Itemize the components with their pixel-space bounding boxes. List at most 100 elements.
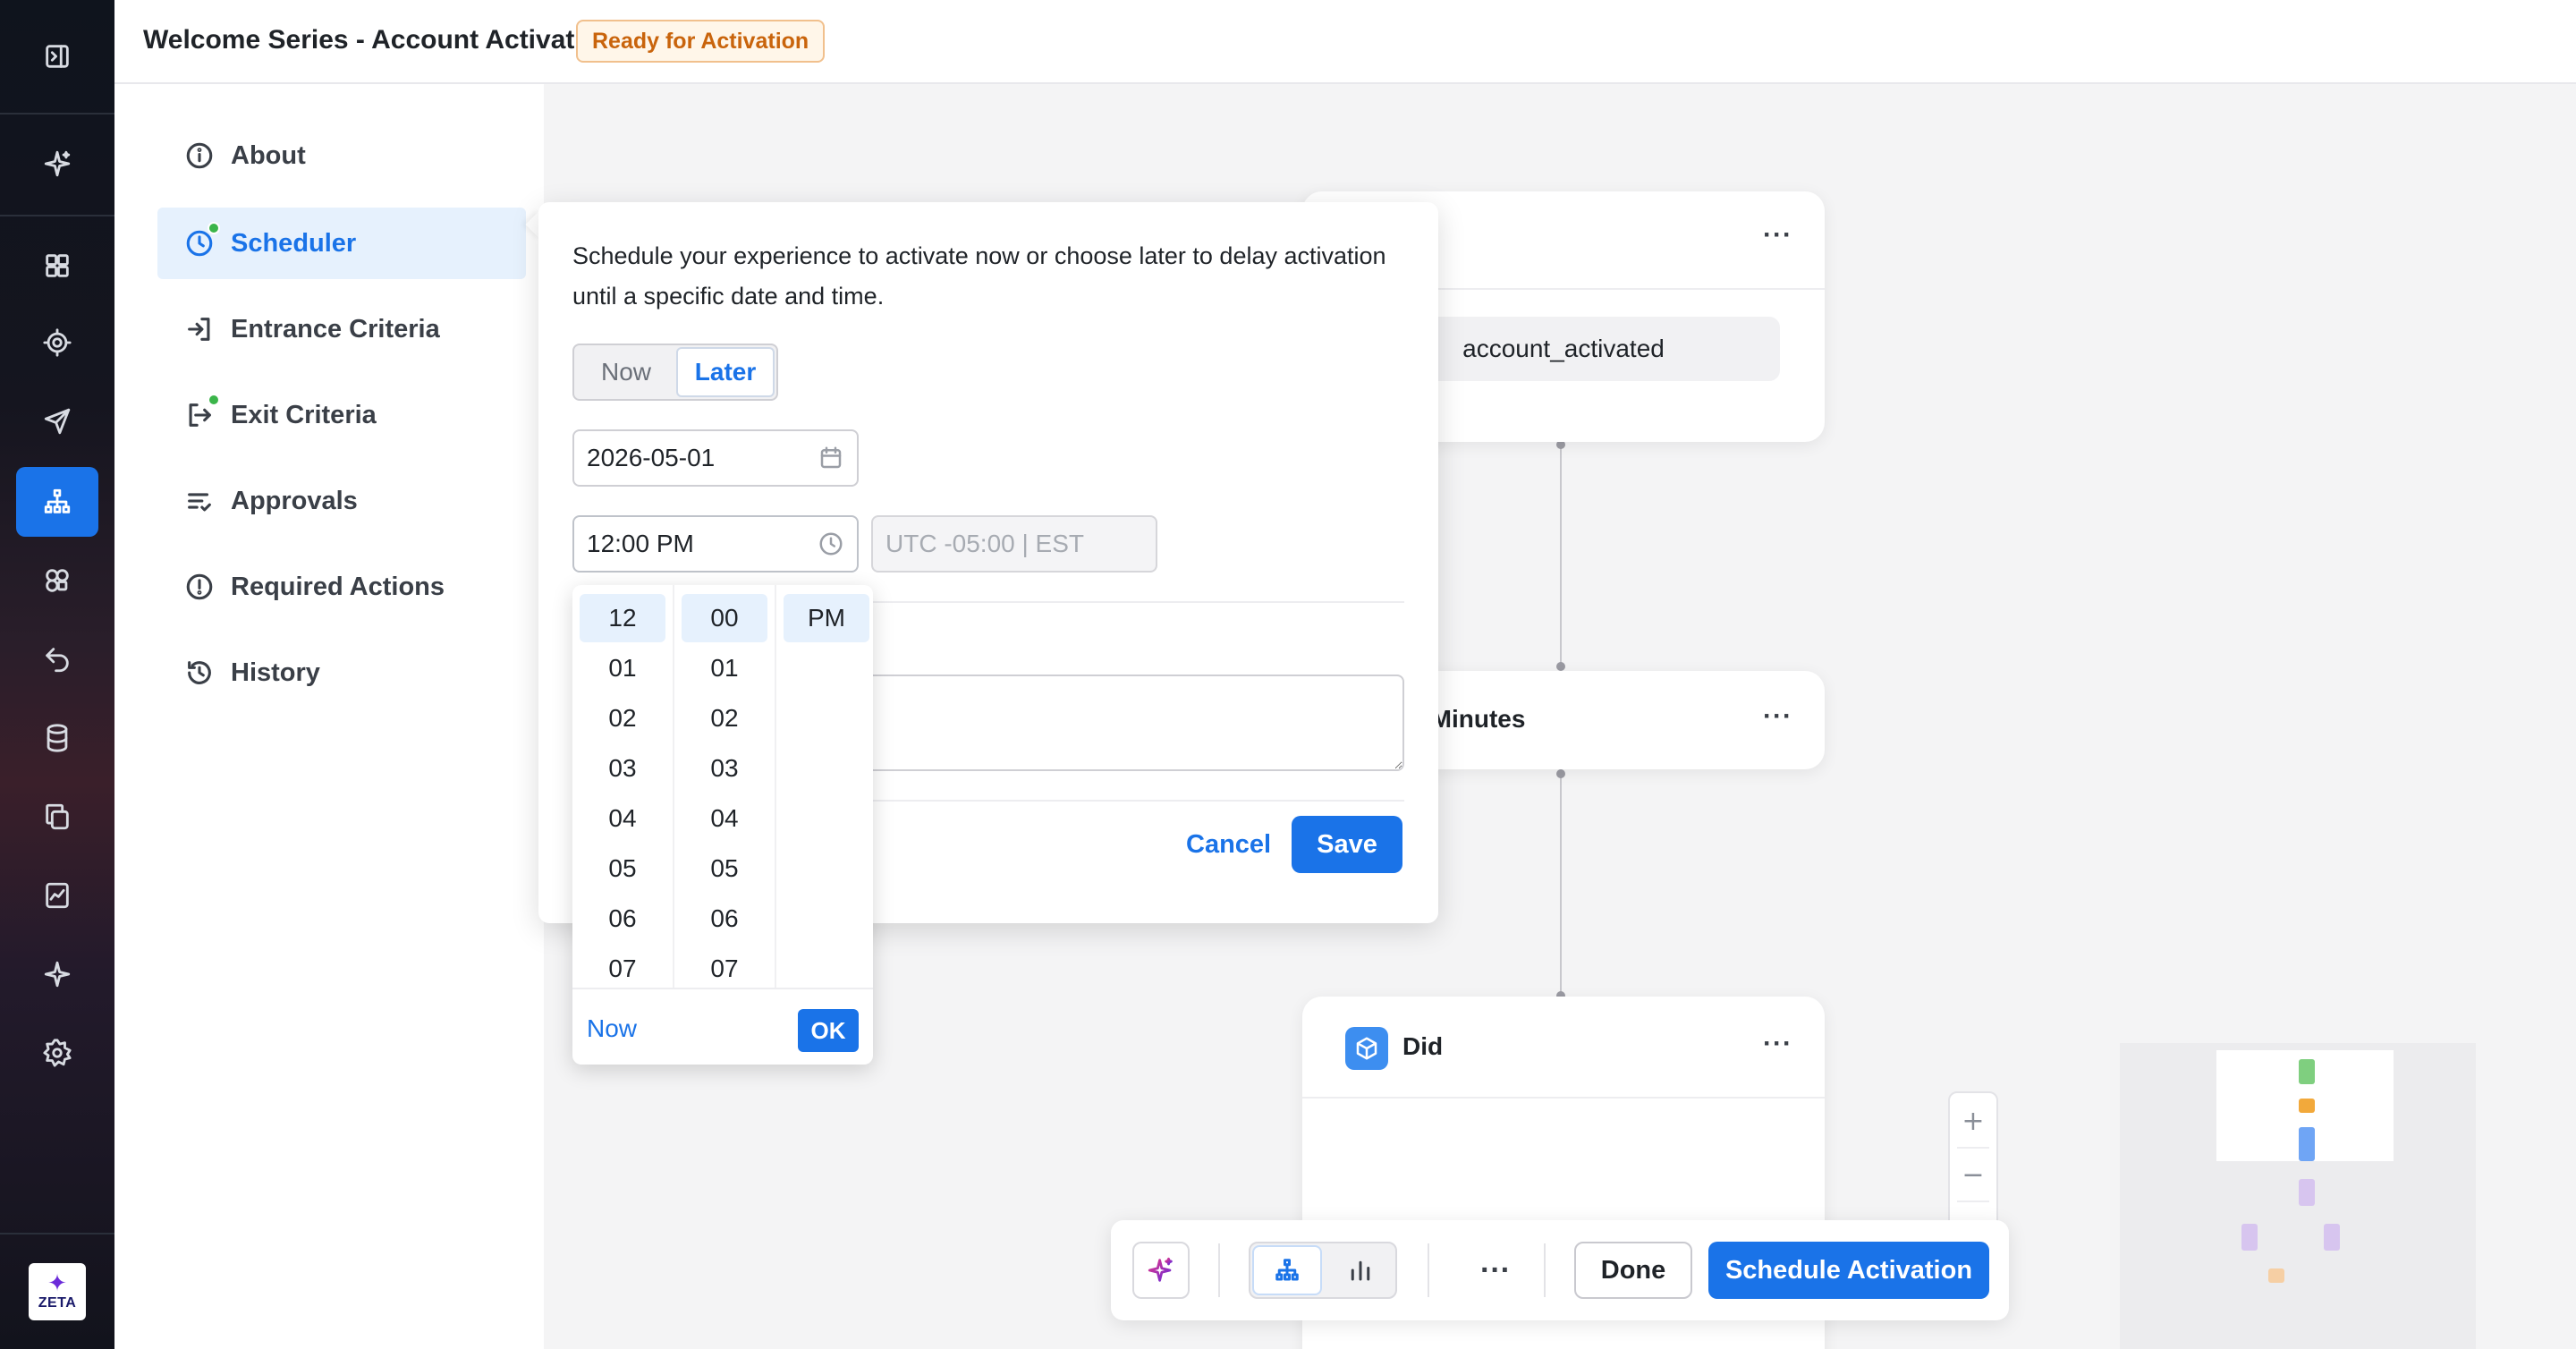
- minimap[interactable]: [2120, 1043, 2476, 1349]
- minute-column[interactable]: 00 01 02 03 04 05 06 07: [674, 585, 775, 989]
- hour-option[interactable]: 04: [580, 794, 665, 843]
- settings-icon[interactable]: [16, 1018, 98, 1088]
- minimap-node: [2299, 1127, 2315, 1161]
- meridiem-column[interactable]: PM: [776, 585, 873, 989]
- complete-indicator: [208, 394, 220, 406]
- time-now-link[interactable]: Now: [587, 1014, 637, 1043]
- hour-option[interactable]: 03: [580, 744, 665, 793]
- history-icon: [184, 658, 215, 688]
- minute-option[interactable]: 00: [682, 594, 767, 642]
- more-options-button[interactable]: ···: [1467, 1242, 1524, 1299]
- clock-icon: [818, 530, 844, 557]
- nav-item-scheduler[interactable]: Scheduler: [157, 208, 526, 279]
- hour-option[interactable]: 01: [580, 644, 665, 692]
- analytics-view-icon[interactable]: [1326, 1245, 1395, 1295]
- connector-line: [1560, 442, 1562, 666]
- rail-divider: [0, 1233, 114, 1234]
- rail-divider: [0, 215, 114, 216]
- complete-indicator: [208, 222, 220, 234]
- return-icon[interactable]: [16, 624, 98, 694]
- nav-item-entrance-criteria[interactable]: Entrance Criteria: [157, 293, 526, 365]
- sign-in-icon: [184, 314, 215, 344]
- mode-now-option[interactable]: Now: [576, 347, 676, 397]
- database-icon[interactable]: [16, 703, 98, 773]
- report-icon[interactable]: [16, 861, 98, 930]
- nav-label: Required Actions: [231, 572, 445, 601]
- nav-item-about[interactable]: About: [157, 120, 526, 191]
- time-picker-dropdown: 12 01 02 03 04 05 06 07 00 01 02 03 04 0…: [572, 585, 873, 1065]
- send-icon[interactable]: [16, 386, 98, 456]
- nav-item-history[interactable]: History: [157, 637, 526, 708]
- minute-option[interactable]: 01: [682, 644, 767, 692]
- minimap-node: [2299, 1059, 2315, 1084]
- minute-option[interactable]: 06: [682, 895, 767, 943]
- meridiem-option[interactable]: PM: [784, 594, 869, 642]
- minute-option[interactable]: 07: [682, 945, 767, 989]
- minute-option[interactable]: 05: [682, 844, 767, 893]
- hour-option[interactable]: 06: [580, 895, 665, 943]
- cube-icon: [1345, 1027, 1388, 1070]
- hour-option[interactable]: 02: [580, 694, 665, 742]
- zoom-in-button[interactable]: +: [1950, 1095, 1996, 1147]
- logo-text: ZETA: [38, 1295, 77, 1311]
- app-rail: ✦ ZETA: [0, 0, 114, 1349]
- status-badge: Ready for Activation: [576, 20, 826, 63]
- hour-option[interactable]: 05: [580, 844, 665, 893]
- alert-icon: [184, 572, 215, 602]
- expand-panel-icon[interactable]: [16, 21, 98, 91]
- nav-item-required-actions[interactable]: Required Actions: [157, 551, 526, 623]
- hour-option[interactable]: 07: [580, 945, 665, 989]
- hour-option[interactable]: 12: [580, 594, 665, 642]
- time-field[interactable]: 12:00 PM: [572, 515, 859, 573]
- timezone-field: UTC -05:00 | EST: [871, 515, 1157, 573]
- zoom-out-button[interactable]: −: [1950, 1149, 1996, 1201]
- ai-assist-button[interactable]: [1132, 1242, 1190, 1299]
- schedule-activation-button[interactable]: Schedule Activation: [1708, 1242, 1989, 1299]
- mode-later-option[interactable]: Later: [676, 347, 775, 397]
- page-title: Welcome Series - Account Activation: [143, 25, 615, 55]
- nav-label: Scheduler: [231, 228, 357, 258]
- minimap-node: [2241, 1224, 2258, 1251]
- minute-option[interactable]: 04: [682, 794, 767, 843]
- date-field[interactable]: 2026-05-01: [572, 429, 859, 487]
- list-check-icon: [184, 486, 215, 516]
- card-title: Did: [1402, 1032, 1444, 1060]
- nav-item-approvals[interactable]: Approvals: [157, 465, 526, 537]
- minute-option[interactable]: 02: [682, 694, 767, 742]
- toolbar-divider: [1218, 1243, 1220, 1297]
- save-button[interactable]: Save: [1292, 816, 1402, 873]
- connector-dot: [1556, 662, 1565, 671]
- cancel-button[interactable]: Cancel: [1186, 830, 1271, 860]
- nav-label: Exit Criteria: [231, 400, 377, 429]
- minimap-node: [2299, 1179, 2315, 1206]
- schedule-mode-toggle: Now Later: [572, 344, 778, 401]
- zeta-logo[interactable]: ✦ ZETA: [29, 1263, 86, 1320]
- shapes-icon[interactable]: [16, 546, 98, 615]
- copy-icon[interactable]: [16, 782, 98, 852]
- card-more-button[interactable]: ···: [1763, 701, 1792, 732]
- card-divider: [1302, 1097, 1825, 1099]
- target-icon[interactable]: [16, 308, 98, 378]
- minimap-node: [2268, 1268, 2284, 1283]
- workflow-icon[interactable]: [16, 467, 98, 537]
- ai-sparkle-icon[interactable]: [16, 939, 98, 1009]
- minute-option[interactable]: 03: [682, 744, 767, 793]
- sparkle-icon[interactable]: [16, 129, 98, 199]
- page-header: Welcome Series - Account Activation Read…: [114, 0, 2576, 84]
- card-more-button[interactable]: ···: [1763, 1029, 1792, 1059]
- canvas-toolbar: ··· Done Schedule Activation: [1111, 1220, 2009, 1320]
- nav-item-exit-criteria[interactable]: Exit Criteria: [157, 379, 526, 451]
- hour-column[interactable]: 12 01 02 03 04 05 06 07: [572, 585, 673, 989]
- time-picker-footer: Now OK: [572, 988, 873, 1065]
- connector-line: [1560, 771, 1562, 995]
- minimap-node: [2324, 1224, 2340, 1251]
- toolbar-divider: [1544, 1243, 1546, 1297]
- time-ok-button[interactable]: OK: [798, 1009, 859, 1052]
- flow-view-icon[interactable]: [1252, 1245, 1322, 1295]
- view-toggle: [1249, 1242, 1397, 1299]
- done-button[interactable]: Done: [1574, 1242, 1692, 1299]
- card-more-button[interactable]: ···: [1763, 220, 1792, 250]
- nav-label: Entrance Criteria: [231, 314, 440, 344]
- settings-nav: About Scheduler Entrance Criteria Exit C…: [114, 84, 544, 1349]
- dashboard-icon[interactable]: [16, 231, 98, 301]
